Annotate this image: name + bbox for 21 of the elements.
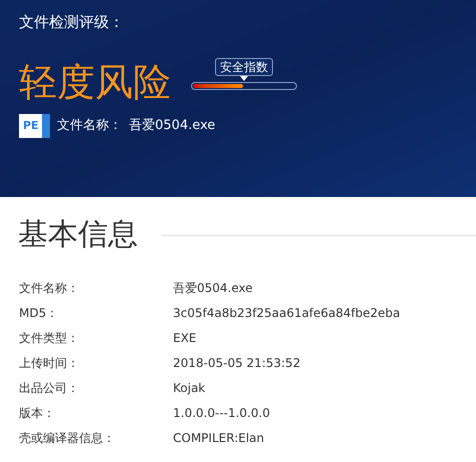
info-label: 上传时间： — [19, 356, 79, 370]
section-heading: 基本信息 — [18, 217, 138, 253]
info-label: 版本： — [19, 406, 55, 420]
pe-file-icon: PE — [19, 114, 50, 138]
info-value: COMPILER:Elan — [173, 430, 264, 446]
info-value: Kojak — [173, 380, 206, 396]
info-label: 文件名称： — [19, 280, 79, 294]
file-name-label: 文件名称： — [57, 117, 122, 136]
safety-index-tooltip: 安全指数 — [215, 58, 273, 76]
file-name: 吾爱0504.exe — [129, 117, 216, 136]
risk-level: 轻度风险 — [19, 60, 171, 104]
info-value: 吾爱0504.exe — [173, 280, 253, 296]
info-value: 3c05f4a8b23f25aa61afe6a84fbe2eba — [173, 304, 400, 322]
header-title: 文件检测评级： — [19, 12, 124, 32]
info-label: 壳或编译器信息： — [19, 430, 115, 444]
info-label: MD5： — [19, 306, 58, 320]
info-value: 2018-05-05 21:53:52 — [173, 354, 300, 372]
info-label: 文件类型： — [19, 330, 79, 344]
info-value: EXE — [173, 330, 196, 346]
info-value: 1.0.0.0---1.0.0.0 — [173, 404, 270, 422]
info-label: 出品公司： — [19, 380, 79, 394]
